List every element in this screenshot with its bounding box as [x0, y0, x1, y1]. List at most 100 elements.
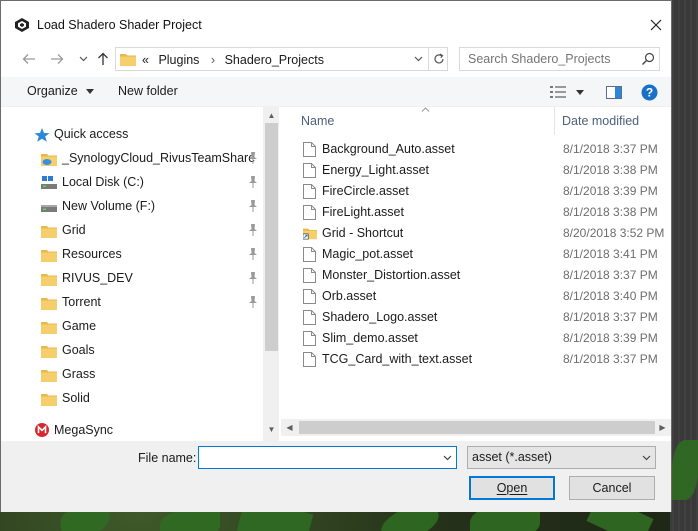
- recent-locations-button[interactable]: [73, 49, 93, 69]
- svg-text:?: ?: [646, 85, 653, 99]
- address-bar[interactable]: « Plugins › Shadero_Projects: [115, 47, 448, 71]
- file-row[interactable]: Background_Auto.asset 8/1/2018 3:37 PM: [281, 139, 671, 160]
- shortcut-folder-icon: [303, 228, 317, 240]
- pin-icon: [248, 248, 258, 260]
- file-row[interactable]: Grid - Shortcut 8/20/2018 3:52 PM: [281, 223, 671, 244]
- column-headers: Name Date modified: [281, 107, 671, 135]
- search-input[interactable]: [468, 51, 638, 67]
- nav-item-label: Grid: [62, 223, 86, 237]
- file-row[interactable]: Shadero_Logo.asset 8/1/2018 3:37 PM: [281, 307, 671, 328]
- scroll-right-arrow-icon[interactable]: ▶: [654, 419, 671, 436]
- open-button[interactable]: Open: [469, 476, 555, 500]
- file-row[interactable]: FireCircle.asset 8/1/2018 3:39 PM: [281, 181, 671, 202]
- file-name: Magic_pot.asset: [322, 247, 414, 261]
- breadcrumb-overflow[interactable]: «: [142, 53, 149, 67]
- file-name-input[interactable]: [203, 450, 433, 465]
- nav-item-goals[interactable]: Goals: [1, 339, 263, 363]
- file-name-field[interactable]: [198, 446, 457, 469]
- file-row[interactable]: Energy_Light.asset 8/1/2018 3:38 PM: [281, 160, 671, 181]
- file-date: 8/20/2018 3:52 PM: [563, 226, 665, 240]
- scrollbar-thumb[interactable]: [265, 123, 278, 351]
- chevron-down-icon: [414, 56, 422, 62]
- file-date: 8/1/2018 3:39 PM: [563, 184, 658, 198]
- file-type-select[interactable]: asset (*.asset): [467, 446, 656, 469]
- help-icon: ?: [641, 84, 658, 100]
- nav-item-label: RIVUS_DEV: [62, 271, 133, 285]
- cancel-button[interactable]: Cancel: [569, 476, 655, 500]
- file-row[interactable]: Monster_Distortion.asset 8/1/2018 3:37 P…: [281, 265, 671, 286]
- file-name: Orb.asset: [322, 289, 377, 303]
- nav-item-label: Solid: [62, 391, 90, 405]
- folder-icon: [41, 322, 57, 334]
- column-header-name[interactable]: Name: [301, 114, 334, 128]
- pin-icon: [248, 200, 258, 212]
- nav-item-solid[interactable]: Solid: [1, 387, 263, 411]
- folder-icon: [41, 226, 57, 238]
- file-name: FireCircle.asset: [322, 184, 409, 198]
- chevron-down-icon: [79, 56, 87, 62]
- address-dropdown-button[interactable]: [408, 48, 428, 70]
- file-type-value: asset (*.asset): [472, 450, 552, 464]
- file-row[interactable]: Orb.asset 8/1/2018 3:40 PM: [281, 286, 671, 307]
- file-name-dropdown-button[interactable]: [438, 447, 456, 468]
- nav-item-local-disk-c[interactable]: Local Disk (C:): [1, 171, 263, 195]
- file-row[interactable]: Slim_demo.asset 8/1/2018 3:39 PM: [281, 328, 671, 349]
- breadcrumb-item[interactable]: Shadero_Projects: [225, 53, 324, 67]
- file-row[interactable]: Magic_pot.asset 8/1/2018 3:41 PM: [281, 244, 671, 265]
- command-bar: Organize New folder ?: [1, 77, 671, 107]
- back-button[interactable]: [19, 49, 39, 69]
- column-header-date-modified[interactable]: Date modified: [562, 114, 639, 128]
- nav-item-resources[interactable]: Resources: [1, 243, 263, 267]
- folder-icon: [41, 346, 57, 358]
- help-button[interactable]: ?: [641, 83, 658, 101]
- search-icon: [642, 52, 655, 65]
- scroll-up-arrow-icon[interactable]: ▲: [263, 107, 279, 123]
- pin-icon: [248, 224, 258, 236]
- file-date: 8/1/2018 3:41 PM: [563, 247, 658, 261]
- refresh-button[interactable]: [428, 48, 448, 70]
- nav-item-torrent[interactable]: Torrent: [1, 291, 263, 315]
- nav-item-quick-access[interactable]: Quick access: [1, 123, 263, 147]
- preview-pane-icon: [606, 85, 622, 99]
- scroll-down-arrow-icon[interactable]: ▼: [263, 421, 279, 437]
- file-name-label: File name:: [138, 451, 197, 465]
- new-folder-button[interactable]: New folder: [118, 84, 178, 98]
- close-button[interactable]: [641, 11, 671, 39]
- nav-item-label: _SynologyCloud_RivusTeamShare: [62, 151, 256, 165]
- breadcrumb-item[interactable]: Plugins: [158, 53, 199, 67]
- breadcrumb-separator-icon[interactable]: ›: [211, 53, 215, 67]
- file-icon: [303, 163, 316, 178]
- drive-icon: [41, 176, 57, 189]
- pin-icon: [248, 296, 258, 308]
- star-icon: [34, 128, 50, 142]
- file-date: 8/1/2018 3:37 PM: [563, 352, 658, 366]
- search-box[interactable]: [459, 47, 660, 71]
- nav-item-label: Torrent: [62, 295, 101, 309]
- forward-button[interactable]: [47, 49, 67, 69]
- breadcrumb: « Plugins › Shadero_Projects: [142, 53, 330, 67]
- nav-item-grass[interactable]: Grass: [1, 363, 263, 387]
- nav-item-synologycloud[interactable]: _SynologyCloud_RivusTeamShare: [1, 147, 263, 171]
- file-icon: [303, 205, 316, 220]
- file-horizontal-scrollbar[interactable]: ◀ ▶: [281, 419, 671, 436]
- scroll-left-arrow-icon[interactable]: ◀: [281, 419, 298, 436]
- nav-item-label: Local Disk (C:): [62, 175, 144, 189]
- file-row[interactable]: TCG_Card_with_text.asset 8/1/2018 3:37 P…: [281, 349, 671, 370]
- organize-button[interactable]: Organize: [27, 84, 95, 98]
- nav-item-grid[interactable]: Grid: [1, 219, 263, 243]
- arrow-right-icon: [51, 54, 64, 64]
- up-button[interactable]: [93, 49, 113, 69]
- foliage: [160, 510, 220, 531]
- nav-vertical-scrollbar[interactable]: ▲ ▼: [263, 107, 279, 441]
- nav-item-game[interactable]: Game: [1, 315, 263, 339]
- preview-pane-button[interactable]: [606, 83, 622, 101]
- column-divider[interactable]: [554, 107, 555, 135]
- nav-item-megasync[interactable]: MegaSync: [1, 419, 263, 441]
- scrollbar-thumb[interactable]: [299, 421, 655, 434]
- file-icon: [303, 247, 316, 262]
- nav-item-rivus-dev[interactable]: RIVUS_DEV: [1, 267, 263, 291]
- file-type-dropdown-button[interactable]: [637, 447, 655, 468]
- view-options-button[interactable]: [550, 83, 584, 101]
- nav-item-new-volume-f[interactable]: New Volume (F:): [1, 195, 263, 219]
- file-row[interactable]: FireLight.asset 8/1/2018 3:38 PM: [281, 202, 671, 223]
